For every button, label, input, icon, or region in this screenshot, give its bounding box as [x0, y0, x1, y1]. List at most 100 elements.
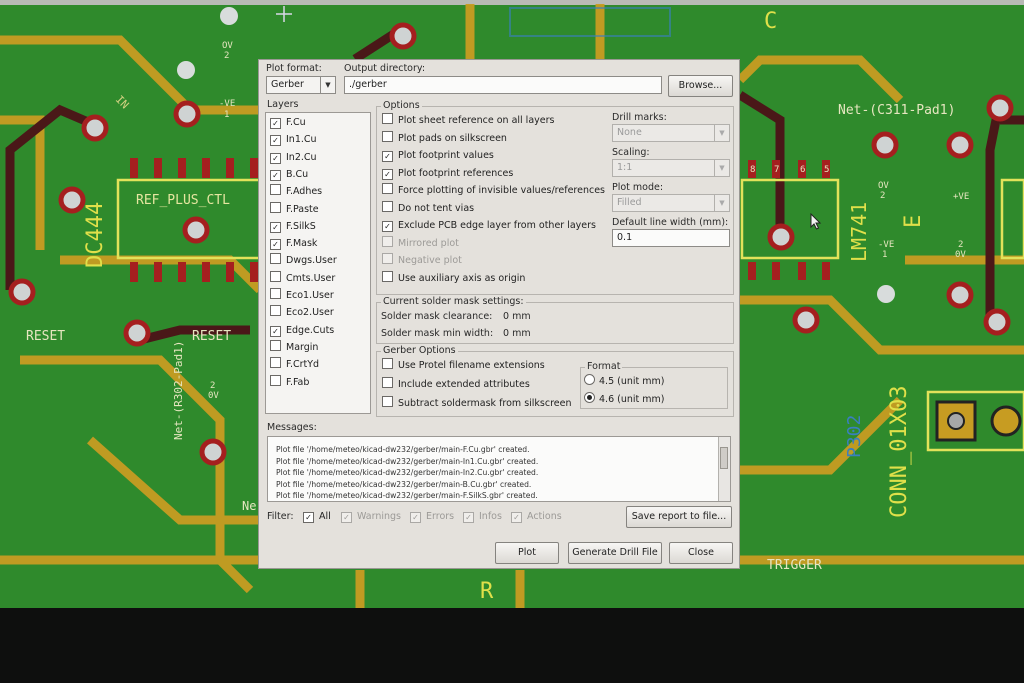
radio-button[interactable] [584, 374, 595, 385]
checkbox[interactable] [270, 305, 281, 317]
layers-list[interactable]: ✓ F.Cu ✓ In1.Cu ✓ In2.Cu ✓ B.Cu F.Adhes F.Pa… [265, 112, 371, 414]
checkbox[interactable]: ✓ [511, 512, 522, 523]
drill-marks-select[interactable]: None ▼ [612, 124, 730, 142]
option-aux-axis-origin[interactable]: Use auxiliary axis as origin [382, 270, 525, 287]
checkbox[interactable] [382, 253, 393, 264]
checkbox[interactable]: ✓ [382, 221, 393, 232]
checkbox[interactable]: ✓ [303, 512, 314, 523]
drill-marks-value: None [617, 127, 642, 138]
checkbox[interactable] [382, 377, 393, 388]
checkbox[interactable]: ✓ [382, 168, 393, 180]
checkbox[interactable]: ✓ [270, 325, 281, 337]
layer-item-eco1-user[interactable]: Eco1.User [270, 288, 334, 304]
pin-6-label: 6 [800, 165, 805, 175]
checkbox[interactable] [382, 183, 393, 194]
gerber-protel-extensions[interactable]: Use Protel filename extensions [382, 358, 545, 374]
layer-item-cmts-user[interactable]: Cmts.User [270, 270, 335, 287]
plot-format-select[interactable]: Gerber ▼ [266, 76, 336, 94]
filter-infos[interactable]: ✓ Infos [463, 509, 502, 525]
checkbox[interactable] [382, 396, 393, 407]
messages-scrollbar[interactable] [718, 437, 730, 501]
option-do-not-tent-vias[interactable]: Do not tent vias [382, 200, 474, 217]
checkbox[interactable]: ✓ [463, 512, 474, 523]
layer-item-f-paste[interactable]: F.Paste [270, 201, 319, 218]
scrollbar-thumb[interactable] [720, 447, 728, 469]
layer-item-f-adhes[interactable]: F.Adhes [270, 184, 322, 200]
chevron-down-icon: ▼ [320, 77, 335, 93]
checkbox[interactable] [270, 184, 281, 196]
layer-item-f-silks[interactable]: ✓ F.SilkS [270, 219, 316, 235]
checkbox[interactable]: ✓ [270, 152, 281, 164]
layer-item-margin[interactable]: Margin [270, 339, 318, 356]
checkbox[interactable] [382, 270, 393, 282]
r-label: R [480, 579, 494, 604]
scaling-select[interactable]: 1:1 ▼ [612, 159, 730, 177]
checkbox[interactable]: ✓ [270, 169, 281, 181]
output-directory-input[interactable]: ./gerber [344, 76, 662, 94]
layer-item-in1-cu[interactable]: ✓ In1.Cu [270, 132, 317, 148]
ov-top-num: 2 [880, 191, 885, 201]
checkbox[interactable]: ✓ [270, 118, 281, 129]
checkbox[interactable] [270, 201, 281, 213]
checkbox[interactable] [270, 288, 281, 299]
ov-right-label-2: 0V [955, 250, 966, 260]
layer-item-f-fab[interactable]: F.Fab [270, 374, 309, 391]
solder-mask-title: Current solder mask settings: [381, 296, 526, 307]
option-plot-pads-silkscreen[interactable]: Plot pads on silkscreen [382, 130, 507, 147]
filter-all[interactable]: ✓ All [303, 509, 331, 525]
checkbox[interactable] [270, 253, 281, 265]
option-plot-footprint-refs[interactable]: ✓ Plot footprint references [382, 166, 513, 182]
layer-item-eco2-user[interactable]: Eco2.User [270, 305, 334, 321]
checkbox[interactable]: ✓ [410, 512, 421, 523]
checkbox[interactable] [382, 113, 393, 124]
checkbox[interactable] [382, 358, 393, 369]
line-width-input[interactable]: 0.1 [612, 229, 730, 247]
ve-right-num: 1 [882, 250, 887, 260]
layer-item-dwgs-user[interactable]: Dwgs.User [270, 253, 337, 269]
filter-warnings[interactable]: ✓ Warnings [341, 509, 401, 525]
checkbox[interactable]: ✓ [270, 221, 281, 233]
checkbox[interactable]: ✓ [382, 151, 393, 162]
checkbox[interactable] [270, 339, 281, 351]
gerber-extended-attributes[interactable]: Include extended attributes [382, 377, 530, 393]
gerber-subtract-soldermask[interactable]: Subtract soldermask from silkscreen [382, 396, 572, 412]
messages-title: Messages: [267, 422, 317, 433]
radio-button-selected[interactable] [584, 392, 595, 403]
ne-label: Ne [242, 499, 256, 513]
format-group: Format 4.5 (unit mm) 4.6 (unit mm) [580, 361, 728, 409]
layer-item-f-mask[interactable]: ✓ F.Mask [270, 236, 317, 252]
checkbox[interactable]: ✓ [270, 135, 281, 147]
option-force-invisible[interactable]: Force plotting of invisible values/refer… [382, 183, 605, 199]
message-line: Plot file '/home/meteo/kicad-dw232/gerbe… [276, 491, 538, 501]
option-negative-plot[interactable]: Negative plot [382, 253, 462, 269]
layer-item-edge-cuts[interactable]: ✓ Edge.Cuts [270, 323, 334, 339]
option-plot-sheet-ref[interactable]: Plot sheet reference on all layers [382, 113, 554, 129]
messages-panel[interactable]: Plot file '/home/meteo/kicad-dw232/gerbe… [267, 436, 731, 502]
option-exclude-pcb-edge[interactable]: ✓ Exclude PCB edge layer from other layer… [382, 218, 596, 234]
plot-mode-select[interactable]: Filled ▼ [612, 194, 730, 212]
layer-item-f-cu[interactable]: ✓ F.Cu [270, 115, 306, 131]
format-option-4-6[interactable]: 4.6 (unit mm) [584, 392, 664, 408]
close-button[interactable]: Close [669, 542, 733, 564]
output-directory-label: Output directory: [344, 63, 426, 74]
checkbox[interactable] [270, 357, 281, 369]
format-option-4-5[interactable]: 4.5 (unit mm) [584, 374, 664, 390]
checkbox[interactable] [270, 374, 281, 386]
checkbox[interactable] [382, 200, 393, 212]
checkbox[interactable] [382, 235, 393, 247]
layer-item-f-crtyd[interactable]: F.CrtYd [270, 357, 319, 373]
plot-button[interactable]: Plot [495, 542, 559, 564]
filter-actions[interactable]: ✓ Actions [511, 509, 562, 525]
layer-item-in2-cu[interactable]: ✓ In2.Cu [270, 150, 317, 166]
layer-item-b-cu[interactable]: ✓ B.Cu [270, 167, 308, 183]
checkbox[interactable]: ✓ [341, 512, 352, 523]
browse-button[interactable]: Browse... [668, 75, 733, 97]
generate-drill-file-button[interactable]: Generate Drill File [568, 542, 662, 564]
filter-errors[interactable]: ✓ Errors [410, 509, 454, 525]
option-plot-footprint-values[interactable]: ✓ Plot footprint values [382, 148, 494, 164]
checkbox[interactable] [382, 130, 393, 142]
option-mirrored-plot[interactable]: Mirrored plot [382, 235, 459, 252]
checkbox[interactable]: ✓ [270, 239, 281, 251]
checkbox[interactable] [270, 270, 281, 282]
save-report-button[interactable]: Save report to file... [626, 506, 732, 528]
